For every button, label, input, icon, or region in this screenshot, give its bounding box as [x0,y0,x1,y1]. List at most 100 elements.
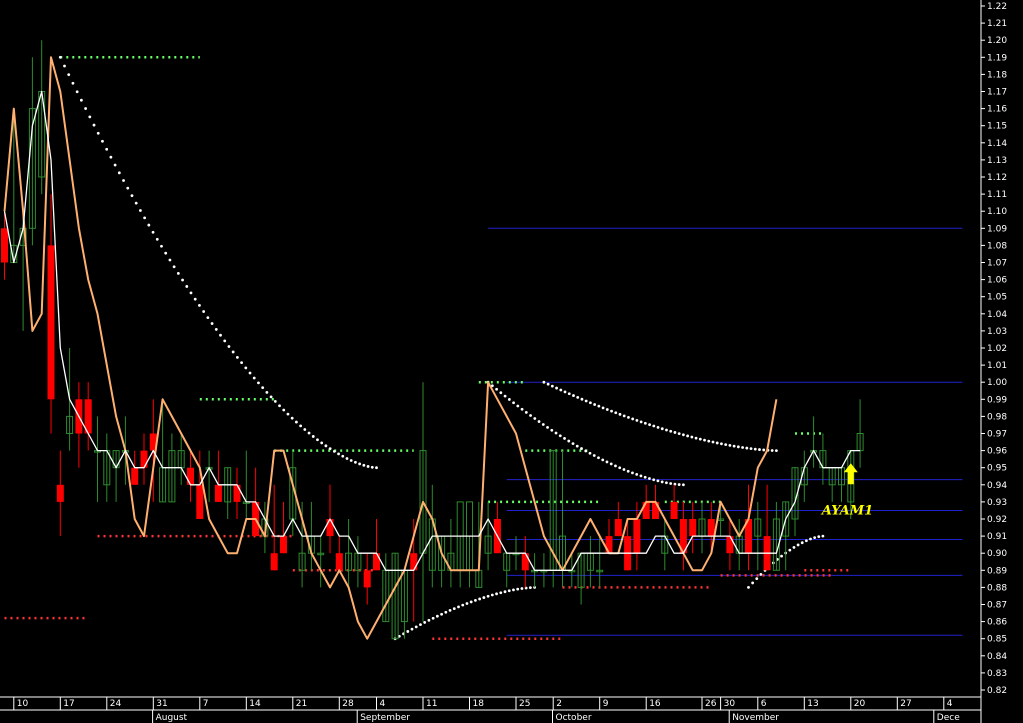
sar-dot [648,477,651,480]
month-label: November [732,713,779,723]
x-tick-label: 31 [156,699,167,709]
sar-dot [554,431,558,435]
y-tick-label: 0.84 [987,652,1007,662]
x-tick-label: 27 [900,699,911,709]
sar-dot [520,407,524,411]
sar-dot [189,291,193,295]
sar-dot [164,251,168,255]
candle-body [726,536,734,554]
sar-dot [461,603,465,607]
y-tick-label: 0.85 [987,635,1007,645]
sar-dot [555,386,558,390]
sar-dot [589,401,592,405]
y-tick-label: 1.17 [987,88,1007,98]
sar-dot [257,381,260,385]
sar-dot [176,272,180,275]
y-tick-label: 1.06 [987,276,1007,286]
sar-dot [660,480,664,484]
sar-dot [210,322,214,325]
sar-dot [576,396,580,399]
sar-dot [337,452,340,456]
sar-dot [652,424,656,428]
y-tick-label: 0.92 [987,515,1007,525]
sar-dot [656,425,660,429]
sar-dot [231,350,235,354]
x-tick-label: 10 [17,699,29,709]
sar-dot [512,401,515,405]
sar-dot [160,244,163,248]
y-tick-label: 1.21 [987,19,1007,29]
x-tick-label: 21 [296,699,307,709]
sar-dot [745,446,749,450]
sar-dot [614,464,617,468]
sar-dot [278,404,281,408]
sar-dot [84,107,87,110]
y-tick-label: 1.19 [987,53,1007,63]
x-tick-label: 13 [807,699,818,709]
sar-dot [571,442,575,446]
sar-dot [282,408,286,412]
sar-dot [736,445,740,449]
candle-body [670,501,678,519]
y-tick-label: 0.83 [987,669,1007,679]
arrow-up-icon [843,463,858,485]
sar-dot [79,98,83,102]
sar-dot [610,409,613,413]
x-tick-label: 18 [473,699,485,709]
sar-dot [410,627,414,631]
y-tick-label: 0.99 [987,395,1007,405]
sar-dot [328,447,332,451]
y-tick-label: 1.16 [987,105,1007,115]
sar-dot [299,424,303,428]
sar-dot [507,398,511,401]
sar-dot [423,621,427,624]
x-tick-label: 6 [761,699,767,709]
sar-dot [105,147,109,151]
sar-dot [67,73,71,77]
month-label: October [556,713,592,723]
sar-dot [248,371,252,375]
sar-dot [567,439,571,443]
sar-dot [749,447,753,451]
x-tick-label: 17 [63,699,74,709]
sar-dot [324,444,328,448]
sar-dot [427,618,431,622]
sar-dot [631,417,635,421]
sar-dot [155,237,159,241]
sar-dot [482,596,486,599]
sar-dot [151,230,155,234]
sar-dot [542,380,546,384]
candle-body [280,536,287,554]
sar-dot [558,434,562,438]
sar-dot [627,416,630,419]
y-tick-label: 1.01 [987,361,1007,371]
candle-body [187,467,194,485]
y-tick-label: 1.08 [987,241,1007,251]
sar-dot [572,394,575,397]
sar-dot [711,440,715,444]
sar-dot [92,123,96,127]
sar-dot [139,209,142,212]
sar-dot [686,434,690,438]
sar-dot [580,397,584,401]
month-label: September [360,713,410,723]
sar-dot [419,623,422,627]
candle-body [521,553,529,571]
sar-dot [58,55,62,59]
sar-dot [172,265,176,269]
sar-dot [375,466,378,470]
sar-dot [143,216,147,220]
sar-dot [584,449,588,453]
candle-body [707,519,715,537]
candle-body [140,450,148,468]
sar-dot [639,420,643,424]
candle-body [233,484,241,502]
candle-body [270,553,278,571]
y-tick-label: 1.04 [987,310,1007,320]
sar-dot [809,537,812,541]
x-tick-label: 25 [519,699,530,709]
sar-dot [307,431,311,435]
sar-dot [775,449,778,452]
sar-dot [622,414,626,418]
sar-dot [698,437,702,441]
